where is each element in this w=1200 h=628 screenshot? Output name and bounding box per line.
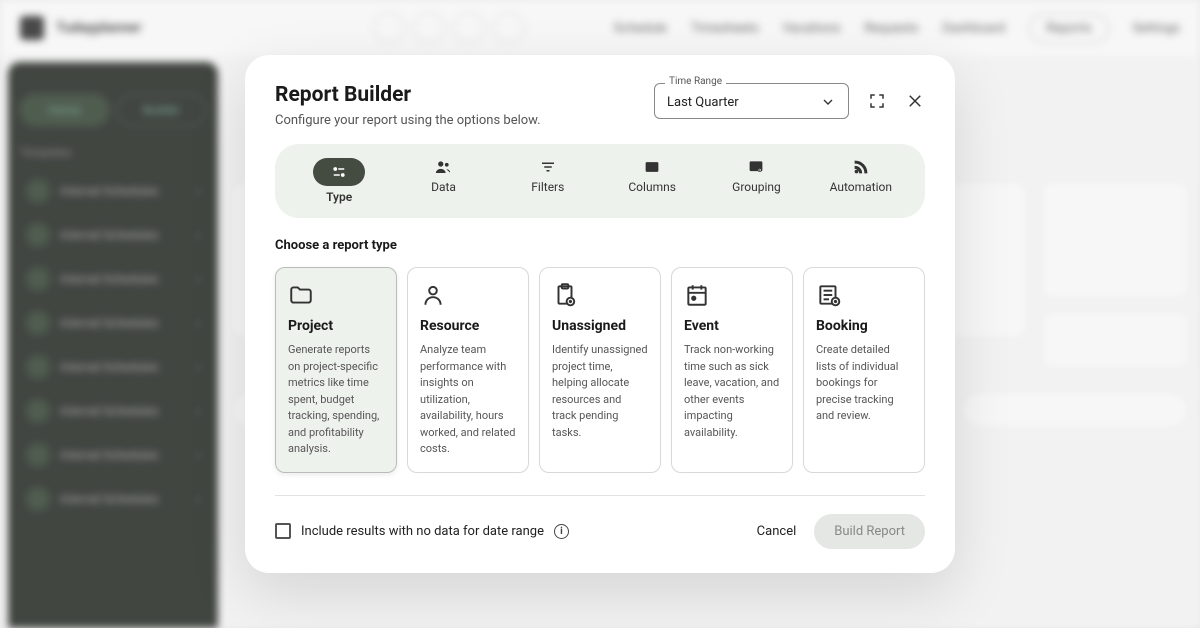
time-range-select[interactable]: Time Range Last Quarter [654,83,849,119]
users-icon [433,158,453,176]
rss-icon [851,158,871,176]
report-type-cards: Project Generate reports on project-spec… [275,267,925,473]
list-plus-icon [816,282,842,308]
person-icon [420,282,446,308]
close-button[interactable] [905,91,925,111]
tab-grouping[interactable]: Grouping [704,152,808,210]
include-no-data-label: Include results with no data for date ra… [301,524,544,539]
include-no-data-checkbox[interactable] [275,523,291,539]
tab-automation[interactable]: Automation [809,152,913,210]
tab-type[interactable]: Type [287,152,391,210]
cancel-button[interactable]: Cancel [757,524,797,539]
calendar-icon [684,282,710,308]
include-no-data-row: Include results with no data for date ra… [275,523,569,539]
card-project[interactable]: Project Generate reports on project-spec… [275,267,397,473]
report-builder-modal: Report Builder Configure your report usi… [245,55,955,573]
build-report-button[interactable]: Build Report [814,514,925,549]
section-title: Choose a report type [275,238,925,253]
modal-title: Report Builder [275,83,638,107]
filter-icon [538,158,558,176]
modal-subtitle: Configure your report using the options … [275,113,638,128]
tab-data[interactable]: Data [391,152,495,210]
fullscreen-button[interactable] [867,91,887,111]
card-unassigned[interactable]: Unassigned Identify unassigned project t… [539,267,661,473]
info-icon[interactable]: i [554,524,569,539]
divider [275,495,925,496]
card-event[interactable]: Event Track non-working time such as sic… [671,267,793,473]
tab-columns[interactable]: Columns [600,152,704,210]
time-range-legend: Time Range [665,76,726,87]
card-resource[interactable]: Resource Analyze team performance with i… [407,267,529,473]
group-icon [746,158,766,176]
columns-icon [642,158,662,176]
folder-icon [288,282,314,308]
card-booking[interactable]: Booking Create detailed lists of individ… [803,267,925,473]
builder-tabs: Type Data Filters Columns Grouping Autom… [275,144,925,218]
sliders-icon [329,163,349,181]
close-icon [906,92,924,110]
tab-filters[interactable]: Filters [496,152,600,210]
clipboard-plus-icon [552,282,578,308]
time-range-value: Last Quarter [667,95,739,110]
chevron-down-icon [820,94,836,110]
modal-overlay: Report Builder Configure your report usi… [0,0,1200,628]
expand-icon [868,92,886,110]
